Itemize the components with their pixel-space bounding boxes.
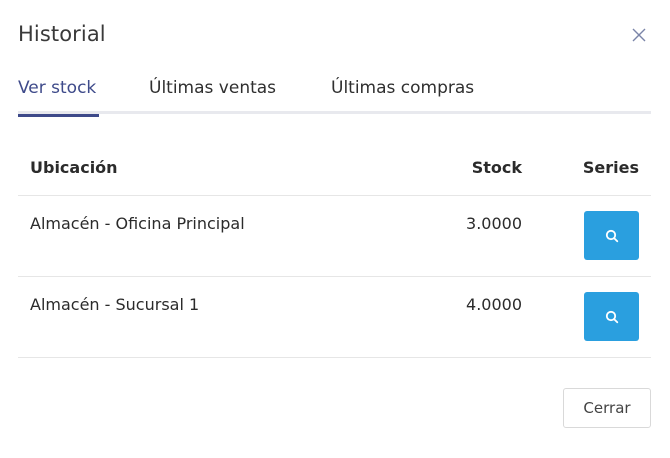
cerrar-button[interactable]: Cerrar — [563, 388, 651, 428]
search-icon — [605, 310, 618, 323]
tab-ver-stock[interactable]: Ver stock — [18, 74, 99, 117]
header-series: Series — [582, 158, 639, 177]
stock-table: Ubicación Stock Series Almacén - Oficina… — [18, 138, 651, 358]
row-stock: 4.0000 — [466, 295, 522, 314]
table-header: Ubicación Stock Series — [18, 138, 651, 196]
historial-modal: Historial Ver stock Últimas ventas Últim… — [0, 0, 670, 458]
row-location: Almacén - Sucursal 1 — [30, 295, 200, 314]
tab-bar: Ver stock Últimas ventas Últimas compras — [18, 74, 651, 117]
header-stock: Stock — [471, 158, 522, 177]
table-row: Almacén - Oficina Principal 3.0000 — [18, 196, 651, 277]
row-location: Almacén - Oficina Principal — [30, 214, 245, 233]
table-row: Almacén - Sucursal 1 4.0000 — [18, 277, 651, 358]
header-location: Ubicación — [30, 158, 118, 177]
modal-title: Historial — [18, 22, 106, 46]
close-icon[interactable] — [628, 24, 650, 46]
series-search-button[interactable] — [584, 211, 639, 260]
close-icon-glyph — [632, 28, 646, 42]
search-icon — [605, 229, 618, 242]
series-search-button[interactable] — [584, 292, 639, 341]
row-stock: 3.0000 — [466, 214, 522, 233]
tab-ultimas-compras[interactable]: Últimas compras — [331, 74, 474, 114]
tab-ultimas-ventas[interactable]: Últimas ventas — [149, 74, 276, 114]
